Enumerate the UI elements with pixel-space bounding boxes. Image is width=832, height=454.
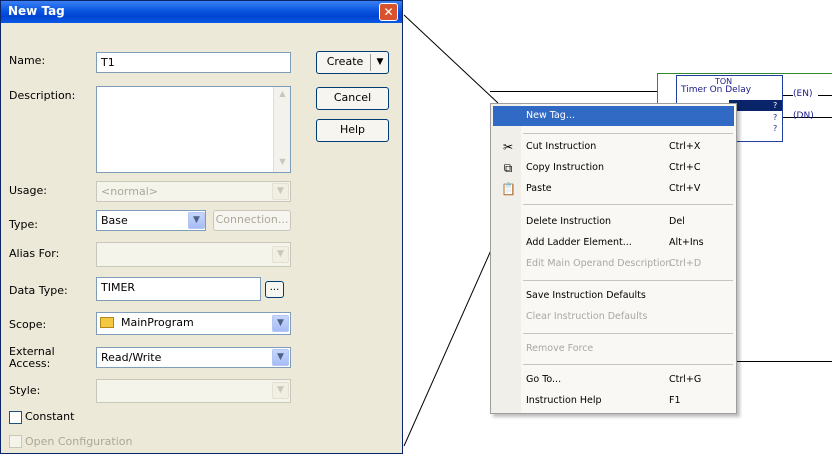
menu-separator bbox=[523, 333, 733, 334]
menu-item-label: Save Instruction Defaults bbox=[526, 290, 646, 301]
menu-item-label: Add Ladder Element... bbox=[526, 237, 632, 248]
en-wire-out bbox=[818, 95, 832, 96]
menu-item-label: Clear Instruction Defaults bbox=[526, 311, 648, 322]
menu-separator bbox=[523, 133, 733, 134]
menu-item-label: New Tag... bbox=[526, 110, 575, 121]
menu-separator bbox=[523, 204, 733, 205]
rung-highlight-top bbox=[657, 73, 832, 74]
menu-item-cut[interactable]: ✂ Cut Instruction Ctrl+X bbox=[493, 137, 734, 157]
en-wire bbox=[783, 95, 793, 96]
menu-item-label: Remove Force bbox=[526, 343, 594, 354]
menu-item-remove-force[interactable]: Remove Force bbox=[493, 339, 734, 359]
instruction-name: Timer On Delay bbox=[681, 85, 752, 95]
menu-item-label: Delete Instruction bbox=[526, 216, 612, 227]
menu-item-go-to[interactable]: Go To... Ctrl+G bbox=[493, 370, 734, 390]
menu-item-delete[interactable]: Delete Instruction Del bbox=[493, 212, 734, 232]
menu-item-label: Edit Main Operand Description bbox=[526, 258, 672, 269]
menu-item-label: Copy Instruction bbox=[526, 162, 604, 173]
rung-wire bbox=[490, 91, 657, 92]
menu-item-shortcut: Alt+Ins bbox=[669, 237, 704, 248]
en-label: EN bbox=[796, 89, 809, 99]
menu-item-instruction-help[interactable]: Instruction Help F1 bbox=[493, 391, 734, 411]
scissors-icon: ✂ bbox=[502, 140, 514, 154]
menu-item-shortcut: F1 bbox=[669, 395, 681, 406]
preset-value: ? bbox=[773, 113, 778, 122]
operand-value: ? bbox=[773, 101, 778, 110]
dn-output: (DN) bbox=[793, 111, 814, 121]
dn-label: DN bbox=[796, 111, 811, 121]
menu-item-label: Instruction Help bbox=[526, 395, 602, 406]
menu-item-clear-defaults[interactable]: Clear Instruction Defaults bbox=[493, 307, 734, 327]
menu-separator bbox=[523, 280, 733, 281]
copy-icon: ⧉ bbox=[503, 161, 513, 175]
menu-item-new-tag[interactable]: New Tag... bbox=[493, 106, 734, 126]
en-output: (EN) bbox=[793, 89, 813, 99]
menu-item-save-defaults[interactable]: Save Instruction Defaults bbox=[493, 286, 734, 306]
menu-item-copy[interactable]: ⧉ Copy Instruction Ctrl+C bbox=[493, 158, 734, 178]
menu-item-paste[interactable]: 📋 Paste Ctrl+V bbox=[493, 179, 734, 199]
menu-item-label: Go To... bbox=[526, 374, 562, 385]
paste-icon: 📋 bbox=[501, 182, 516, 196]
menu-item-label: Cut Instruction bbox=[526, 141, 597, 152]
menu-item-shortcut: Ctrl+G bbox=[669, 374, 702, 385]
menu-item-shortcut: Ctrl+V bbox=[669, 183, 701, 194]
menu-item-shortcut: Ctrl+X bbox=[669, 141, 701, 152]
menu-item-shortcut: Del bbox=[669, 216, 685, 227]
menu-separator bbox=[523, 364, 733, 365]
menu-item-shortcut: Ctrl+C bbox=[669, 162, 701, 173]
menu-item-label: Paste bbox=[526, 183, 552, 194]
menu-item-shortcut: Ctrl+D bbox=[669, 258, 702, 269]
accum-value: ? bbox=[773, 124, 778, 133]
context-menu: New Tag... ✂ Cut Instruction Ctrl+X ⧉ Co… bbox=[490, 103, 737, 414]
menu-item-add-ladder-element[interactable]: Add Ladder Element... Alt+Ins bbox=[493, 233, 734, 253]
menu-item-edit-operand-description[interactable]: Edit Main Operand Description Ctrl+D bbox=[493, 254, 734, 274]
